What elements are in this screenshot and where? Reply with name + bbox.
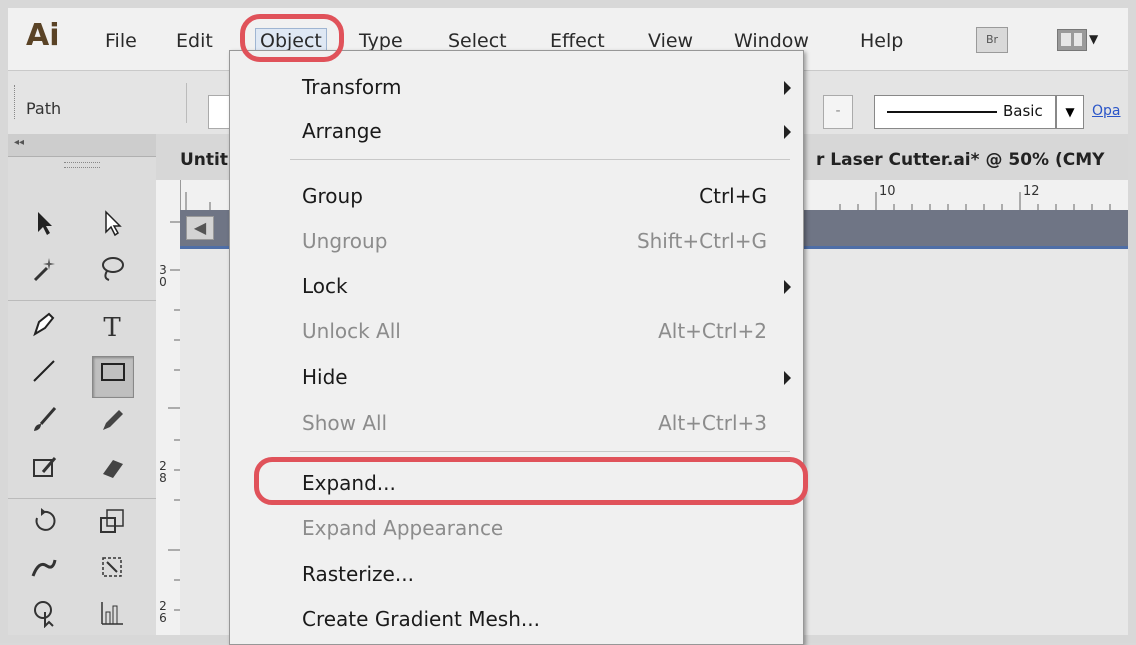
bridge-button[interactable]: Br <box>976 27 1008 53</box>
menu-item-rasterize[interactable]: Rasterize... <box>230 553 803 597</box>
line-segment-tool-icon[interactable] <box>24 356 64 396</box>
object-menu-dropdown: Transform Arrange Group Ctrl+G Ungroup S… <box>229 50 804 645</box>
chevron-down-icon: ▼ <box>1089 32 1099 46</box>
tools-panel-header[interactable]: ◂◂ <box>8 134 156 157</box>
menu-item-arrange[interactable]: Arrange <box>230 110 803 154</box>
menu-item-expand-appearance[interactable]: Expand Appearance <box>230 507 803 551</box>
menu-item-label: Expand Appearance <box>302 516 504 540</box>
menu-item-label: Show All <box>302 411 388 435</box>
tools-panel: ◂◂ T <box>8 134 157 635</box>
divider <box>8 498 156 499</box>
document-tab-title-continued: r Laser Cutter.ai* @ 50% (CMY <box>816 150 1105 170</box>
menu-item-shortcut: Alt+Ctrl+2 <box>658 319 767 343</box>
blob-brush-tool-icon[interactable] <box>24 452 64 492</box>
stroke-weight-stepper[interactable]: - <box>823 95 853 129</box>
paintbrush-tool-icon[interactable] <box>24 404 64 444</box>
selection-tool-icon[interactable] <box>24 208 64 248</box>
object-menu-highlight <box>240 14 344 62</box>
submenu-arrow-icon <box>784 371 791 385</box>
collapse-panel-icon[interactable]: ◂◂ <box>14 137 24 148</box>
scale-tool-icon[interactable] <box>92 506 132 546</box>
ruler-number: 0 <box>159 275 167 289</box>
vertical-ruler[interactable]: 3 0 2 8 2 6 <box>156 180 181 635</box>
shape-builder-tool-icon[interactable] <box>24 598 64 635</box>
menu-item-label: Hide <box>302 365 348 389</box>
variable-width-profile-select[interactable]: Basic <box>874 95 1056 129</box>
menu-edit[interactable]: Edit <box>176 30 213 52</box>
menu-item-shortcut: Ctrl+G <box>699 184 767 208</box>
menu-item-label: Lock <box>302 274 348 298</box>
arrange-documents-icon <box>1057 29 1087 51</box>
menu-item-shortcut: Alt+Ctrl+3 <box>658 411 767 435</box>
pencil-tool-icon[interactable] <box>92 404 132 444</box>
menu-help[interactable]: Help <box>860 30 903 52</box>
submenu-arrow-icon <box>784 81 791 95</box>
warp-tool-icon[interactable] <box>24 552 64 592</box>
menu-file[interactable]: File <box>105 30 137 52</box>
menu-item-show-all[interactable]: Show All Alt+Ctrl+3 <box>230 402 803 446</box>
divider <box>186 83 187 123</box>
menu-window[interactable]: Window <box>734 30 809 52</box>
divider <box>8 300 156 301</box>
stroke-preview-line <box>887 111 997 113</box>
menu-item-label: Unlock All <box>302 319 401 343</box>
menu-item-group[interactable]: Group Ctrl+G <box>230 175 803 219</box>
ruler-number: 12 <box>1023 184 1040 199</box>
menu-item-shortcut: Shift+Ctrl+G <box>636 229 767 253</box>
menu-view[interactable]: View <box>648 30 693 52</box>
menu-select[interactable]: Select <box>448 30 507 52</box>
menu-item-label: Transform <box>302 75 402 99</box>
type-tool-icon[interactable]: T <box>92 308 132 348</box>
workspace-switcher-button[interactable]: ▼ <box>1057 27 1107 51</box>
menu-type[interactable]: Type <box>359 30 403 52</box>
menu-item-lock[interactable]: Lock <box>230 265 803 309</box>
app-logo: Ai <box>26 18 60 53</box>
menu-separator <box>290 451 790 452</box>
direct-selection-tool-icon[interactable] <box>92 208 132 248</box>
expand-item-highlight <box>254 457 808 505</box>
lasso-tool-icon[interactable] <box>92 254 132 294</box>
submenu-arrow-icon <box>784 125 791 139</box>
pen-tool-icon[interactable] <box>24 308 64 348</box>
menu-item-ungroup[interactable]: Ungroup Shift+Ctrl+G <box>230 220 803 264</box>
back-arrow-icon[interactable]: ◀ <box>186 216 214 240</box>
ruler-number: 10 <box>879 184 896 199</box>
menu-item-label: Arrange <box>302 119 382 143</box>
eraser-tool-icon[interactable] <box>92 452 132 492</box>
rotate-tool-icon[interactable] <box>24 506 64 546</box>
menu-separator <box>290 159 790 160</box>
ruler-number: 8 <box>159 471 167 485</box>
selection-type-label: Path <box>26 99 62 118</box>
menu-item-transform[interactable]: Transform <box>230 66 803 110</box>
magic-wand-tool-icon[interactable] <box>24 254 64 294</box>
opacity-link[interactable]: Opa <box>1092 103 1121 119</box>
menu-item-label: Ungroup <box>302 229 388 253</box>
brush-definition-label: Basic <box>1003 102 1043 120</box>
rectangle-tool-icon[interactable] <box>92 356 134 398</box>
menu-item-label: Create Gradient Mesh... <box>302 607 540 631</box>
free-transform-tool-icon[interactable] <box>92 552 132 592</box>
menu-item-unlock-all[interactable]: Unlock All Alt+Ctrl+2 <box>230 310 803 354</box>
menu-item-create-gradient-mesh[interactable]: Create Gradient Mesh... <box>230 598 803 642</box>
document-tab-title: Untitl <box>180 150 234 170</box>
menu-item-label: Rasterize... <box>302 562 414 586</box>
tools-panel-grip[interactable] <box>64 162 100 168</box>
menu-item-hide[interactable]: Hide <box>230 356 803 400</box>
ruler-number: 6 <box>159 611 167 625</box>
graph-tool-icon[interactable] <box>92 598 132 635</box>
submenu-arrow-icon <box>784 280 791 294</box>
panel-grip[interactable] <box>14 85 17 119</box>
brush-dropdown-button[interactable]: ▼ <box>1056 95 1084 129</box>
menu-effect[interactable]: Effect <box>550 30 605 52</box>
menu-item-label: Group <box>302 184 363 208</box>
